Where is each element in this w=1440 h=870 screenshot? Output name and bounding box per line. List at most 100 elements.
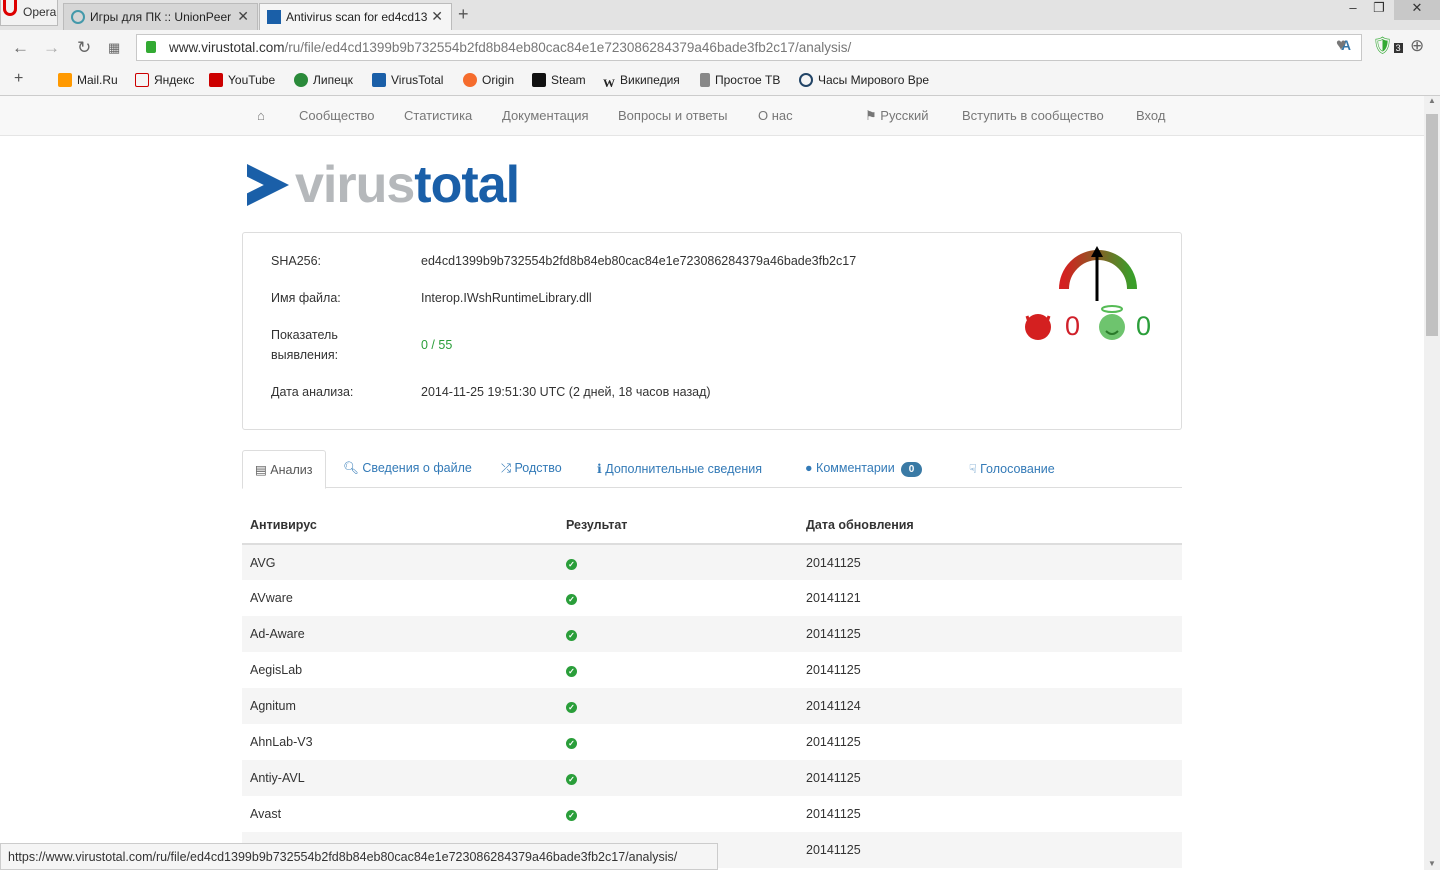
check-icon: ✓ xyxy=(566,630,577,641)
download-icon[interactable]: ⊕ xyxy=(1410,36,1424,56)
antivirus-name: AVware xyxy=(250,591,293,605)
update-date: 20141125 xyxy=(798,544,1182,580)
malicious-votes: 0 xyxy=(1065,311,1081,341)
column-header-antivirus: Антивирус xyxy=(242,507,558,545)
language-selector[interactable]: ⚑ Русский xyxy=(865,108,929,124)
report-tabs: ▤ Анализ 🔍︎ Сведения о файле ⤮ Родство ℹ… xyxy=(242,450,1182,489)
table-row: AegisLab ✓ 20141125 xyxy=(242,652,1182,688)
bookmark-mailru[interactable]: Mail.Ru xyxy=(58,73,118,87)
speed-dial-icon[interactable]: ▦ xyxy=(108,40,120,56)
close-window-button[interactable]: ✕ xyxy=(1394,0,1440,20)
bookmark-lipetsk[interactable]: Липецк xyxy=(294,73,353,87)
virustotal-icon xyxy=(267,10,281,24)
filename-label: Имя файла: xyxy=(271,291,341,305)
check-icon: ✓ xyxy=(566,666,577,677)
bookmark-yandex[interactable]: Яндекс xyxy=(135,73,194,87)
thumbs-down-icon: ☟ xyxy=(969,462,981,476)
antivirus-name: AhnLab-V3 xyxy=(250,735,313,749)
scroll-down-icon[interactable]: ▼ xyxy=(1428,859,1436,868)
table-row: AhnLab-V3 ✓ 20141125 xyxy=(242,724,1182,760)
sha256-label: SHA256: xyxy=(271,254,322,268)
adguard-shield-icon[interactable]: 🛡 3 xyxy=(1372,36,1403,56)
close-tab-icon[interactable]: ✕ xyxy=(431,8,443,25)
opera-logo-icon xyxy=(3,0,17,16)
result-cell: ✓ xyxy=(558,760,798,796)
tab-file-info[interactable]: 🔍︎ Сведения о файле xyxy=(343,461,472,476)
browser-tab-active[interactable]: Antivirus scan for ed4cd13 ✕ xyxy=(259,3,452,30)
check-icon: ✓ xyxy=(566,558,577,570)
table-row: Antiy-AVL ✓ 20141125 xyxy=(242,760,1182,796)
antivirus-name: Avast xyxy=(250,807,282,821)
result-cell: ✓ xyxy=(558,580,798,616)
bookmark-steam[interactable]: Steam xyxy=(532,73,586,87)
antivirus-results-table: Антивирус Результат Дата обновления AVG ✓… xyxy=(242,507,1182,868)
page-scrollbar[interactable]: ▲ ▼ xyxy=(1424,96,1440,870)
reload-icon[interactable]: ↻ xyxy=(77,38,91,58)
check-icon: ✓ xyxy=(566,702,577,713)
bookmark-wikipedia[interactable]: W Википедия xyxy=(603,73,680,90)
tab-comments[interactable]: ● Комментарии 0 xyxy=(805,461,923,477)
bookmarks-bar: + Mail.Ru Яндекс YouTube Липецк VirusTot… xyxy=(0,66,1440,96)
bookmark-origin[interactable]: Origin xyxy=(463,73,514,87)
site-navbar: ⌂ Сообщество Статистика Документация Воп… xyxy=(0,96,1424,136)
harmless-votes: 0 xyxy=(1136,311,1152,341)
table-row: AVware ✓ 20141121 xyxy=(242,580,1182,616)
tab-votes[interactable]: ☟ Голосование xyxy=(969,461,1055,476)
scrollbar-thumb[interactable] xyxy=(1426,114,1438,336)
update-date: 20141125 xyxy=(798,760,1182,796)
update-date: 20141125 xyxy=(806,735,861,749)
analysis-date-label: Дата анализа: xyxy=(271,385,354,399)
join-community-link[interactable]: Вступить в сообщество xyxy=(962,108,1104,123)
add-bookmark-icon[interactable]: + xyxy=(14,70,23,88)
address-toolbar: ← → ↻ ▦ www.virustotal.com/ru/file/ed4cd… xyxy=(0,30,1440,66)
origin-icon xyxy=(463,73,477,87)
tab-additional-info[interactable]: ℹ Дополнительные сведения xyxy=(597,461,762,476)
new-tab-button[interactable]: + xyxy=(458,4,469,25)
virustotal-logo[interactable]: virustotal xyxy=(247,155,520,215)
nav-community[interactable]: Сообщество xyxy=(299,108,375,123)
result-cell: ✓ xyxy=(558,616,798,652)
home-icon[interactable]: ⌂ xyxy=(257,108,265,123)
update-date: 20141121 xyxy=(806,591,861,605)
result-cell: ✓ xyxy=(558,544,798,580)
update-date: 20141125 xyxy=(806,807,861,821)
shuffle-icon: ⤮ xyxy=(501,461,515,475)
nav-statistics[interactable]: Статистика xyxy=(404,108,472,123)
virustotal-icon xyxy=(372,73,386,87)
detection-ratio-label-2: выявления: xyxy=(271,348,339,362)
comment-icon: ● xyxy=(805,461,817,475)
check-icon: ✓ xyxy=(566,594,577,605)
info-icon: ℹ xyxy=(597,462,606,476)
opera-menu-button[interactable]: Opera xyxy=(0,0,58,26)
tab-relations[interactable]: ⤮ Родство xyxy=(501,461,562,476)
result-cell: ✓ xyxy=(558,688,798,724)
antivirus-name: Ad-Aware xyxy=(242,616,558,652)
nav-about[interactable]: О нас xyxy=(758,108,793,123)
restore-button[interactable]: ❐ xyxy=(1364,0,1394,20)
lock-icon xyxy=(146,41,156,53)
back-icon[interactable]: ← xyxy=(12,38,29,58)
antivirus-name: Antiy-AVL xyxy=(242,760,558,796)
angel-icon xyxy=(1099,314,1125,340)
search-icon: 🔍︎ xyxy=(343,461,363,475)
close-tab-icon[interactable]: ✕ xyxy=(237,8,249,25)
youtube-icon xyxy=(209,73,223,87)
nav-faq[interactable]: Вопросы и ответы xyxy=(618,108,727,123)
bookmark-youtube[interactable]: YouTube xyxy=(209,73,275,87)
login-link[interactable]: Вход xyxy=(1136,108,1165,123)
comments-count-badge: 0 xyxy=(900,462,923,477)
bookmark-world-clock[interactable]: Часы Мирового Вре xyxy=(799,73,933,87)
mailru-icon xyxy=(58,73,72,87)
address-input[interactable]: www.virustotal.com/ru/file/ed4cd1399b9b7… xyxy=(136,34,1362,61)
browser-tab[interactable]: Игры для ПК :: UnionPeer ✕ xyxy=(63,3,258,30)
community-score-gauge: 0 0 xyxy=(1018,243,1168,353)
heart-bookmark-icon[interactable]: ♥ xyxy=(1336,35,1346,55)
tab-analysis[interactable]: ▤ Анализ xyxy=(242,450,326,489)
check-icon: ✓ xyxy=(566,774,577,785)
bookmark-prostoe-tv[interactable]: Простое ТВ xyxy=(700,73,780,87)
nav-documentation[interactable]: Документация xyxy=(502,108,589,123)
scroll-up-icon[interactable]: ▲ xyxy=(1428,96,1436,105)
filename-value: Interop.IWshRuntimeLibrary.dll xyxy=(421,291,592,305)
forward-icon[interactable]: → xyxy=(43,38,60,58)
bookmark-virustotal[interactable]: VirusTotal xyxy=(372,73,443,87)
